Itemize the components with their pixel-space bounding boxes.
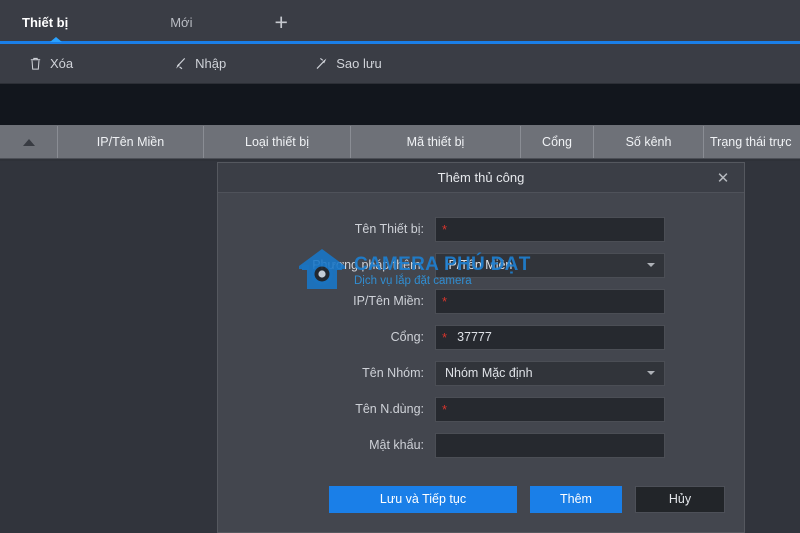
password-input[interactable]	[435, 432, 665, 458]
import-arrow-icon	[173, 56, 188, 71]
button-label: Hủy	[668, 492, 692, 506]
form-row-username: Tên N.dùng: *	[218, 391, 744, 427]
field-value: 37777	[457, 330, 492, 344]
tab-moi[interactable]: Mới	[148, 0, 214, 44]
delete-label: Xóa	[50, 56, 74, 71]
import-label: Nhập	[195, 56, 227, 71]
field-label: Tên Nhóm:	[362, 366, 424, 380]
required-asterisk: *	[442, 293, 448, 309]
form-row-add-method: Phương pháp thêm: IP/Tên Miền	[218, 247, 744, 283]
field-label: Tên N.dùng:	[355, 402, 424, 416]
device-table-header: IP/Tên Miền Loại thiết bị Mã thiết bị Cổ…	[0, 126, 800, 159]
cancel-button[interactable]: Hủy	[635, 485, 725, 513]
add-device-manually-dialog: Thêm thủ công ✕ Tên Thiết bị: * Phương p…	[217, 162, 745, 533]
field-value: IP/Tên Miền	[445, 258, 513, 272]
field-label: Cổng:	[390, 330, 424, 344]
import-button[interactable]: Nhập	[157, 56, 242, 71]
column-header-online-status[interactable]: Trạng thái trực	[704, 126, 800, 158]
field-label: Mật khẩu:	[369, 438, 424, 452]
required-asterisk: *	[442, 401, 448, 417]
backup-label: Sao lưu	[336, 56, 382, 71]
form-row-port: Cổng: * 37777	[218, 319, 744, 355]
ip-domain-input[interactable]: *	[435, 288, 665, 314]
dialog-title: Thêm thủ công	[437, 170, 525, 185]
column-header-device-code[interactable]: Mã thiết bị	[351, 126, 521, 158]
sort-ascending-icon	[22, 138, 35, 146]
tab-label: Thiết bị	[22, 14, 69, 30]
column-header-channel-count[interactable]: Số kênh	[594, 126, 704, 158]
dialog-title-bar: Thêm thủ công ✕	[218, 163, 744, 193]
add-button[interactable]: Thêm	[530, 485, 622, 513]
plus-icon: +	[274, 8, 288, 35]
column-label: Mã thiết bị	[406, 135, 465, 149]
column-header-port[interactable]: Cổng	[521, 126, 594, 158]
tab-thiet-bi[interactable]: Thiết bị	[0, 0, 90, 44]
column-label: Số kênh	[625, 135, 672, 149]
field-label: Tên Thiết bị:	[354, 222, 424, 236]
export-arrow-icon	[314, 56, 329, 71]
username-input[interactable]: *	[435, 396, 665, 422]
backup-button[interactable]: Sao lưu	[298, 56, 398, 71]
field-value: Nhóm Mặc định	[445, 366, 533, 380]
field-label: Phương pháp thêm:	[312, 258, 424, 272]
save-and-continue-button[interactable]: Lưu và Tiếp tục	[329, 485, 517, 513]
column-label: Loại thiết bị	[245, 135, 309, 149]
column-header-device-type[interactable]: Loại thiết bị	[204, 126, 351, 158]
dialog-form: Tên Thiết bị: * Phương pháp thêm: IP/Tên…	[218, 193, 744, 466]
action-toolbar: Xóa Nhập Sao lưu	[0, 44, 800, 84]
dialog-action-bar: Lưu và Tiếp tục Thêm Hủy	[218, 466, 744, 532]
form-row-device-name: Tên Thiết bị: *	[218, 211, 744, 247]
filter-band	[0, 84, 800, 126]
form-row-group-name: Tên Nhóm: Nhóm Mặc định	[218, 355, 744, 391]
active-tab-underline	[0, 37, 800, 44]
column-header-ip-domain[interactable]: IP/Tên Miền	[58, 126, 204, 158]
required-asterisk: *	[442, 329, 448, 345]
form-row-password: Mật khẩu:	[218, 427, 744, 463]
form-row-ip-domain: IP/Tên Miền: *	[218, 283, 744, 319]
field-label: IP/Tên Miền:	[353, 294, 424, 308]
tab-label: Mới	[170, 14, 193, 30]
add-method-select[interactable]: IP/Tên Miền	[435, 252, 665, 278]
button-label: Thêm	[560, 492, 592, 506]
port-input[interactable]: * 37777	[435, 324, 665, 350]
column-label: Trạng thái trực	[710, 135, 792, 149]
column-label: Cổng	[542, 135, 572, 149]
required-asterisk: *	[442, 221, 448, 237]
delete-button[interactable]: Xóa	[12, 56, 89, 71]
chevron-down-icon	[647, 371, 655, 375]
column-label: IP/Tên Miền	[96, 135, 165, 149]
chevron-down-icon	[647, 263, 655, 267]
close-icon[interactable]: ✕	[711, 163, 735, 193]
tab-bar: Thiết bị Mới +	[0, 0, 800, 44]
device-name-input[interactable]: *	[435, 216, 665, 242]
column-header-sort[interactable]	[0, 126, 58, 158]
tab-add-new-button[interactable]: +	[256, 0, 305, 44]
group-name-select[interactable]: Nhóm Mặc định	[435, 360, 665, 386]
trash-icon	[28, 56, 43, 71]
button-label: Lưu và Tiếp tục	[379, 492, 467, 506]
